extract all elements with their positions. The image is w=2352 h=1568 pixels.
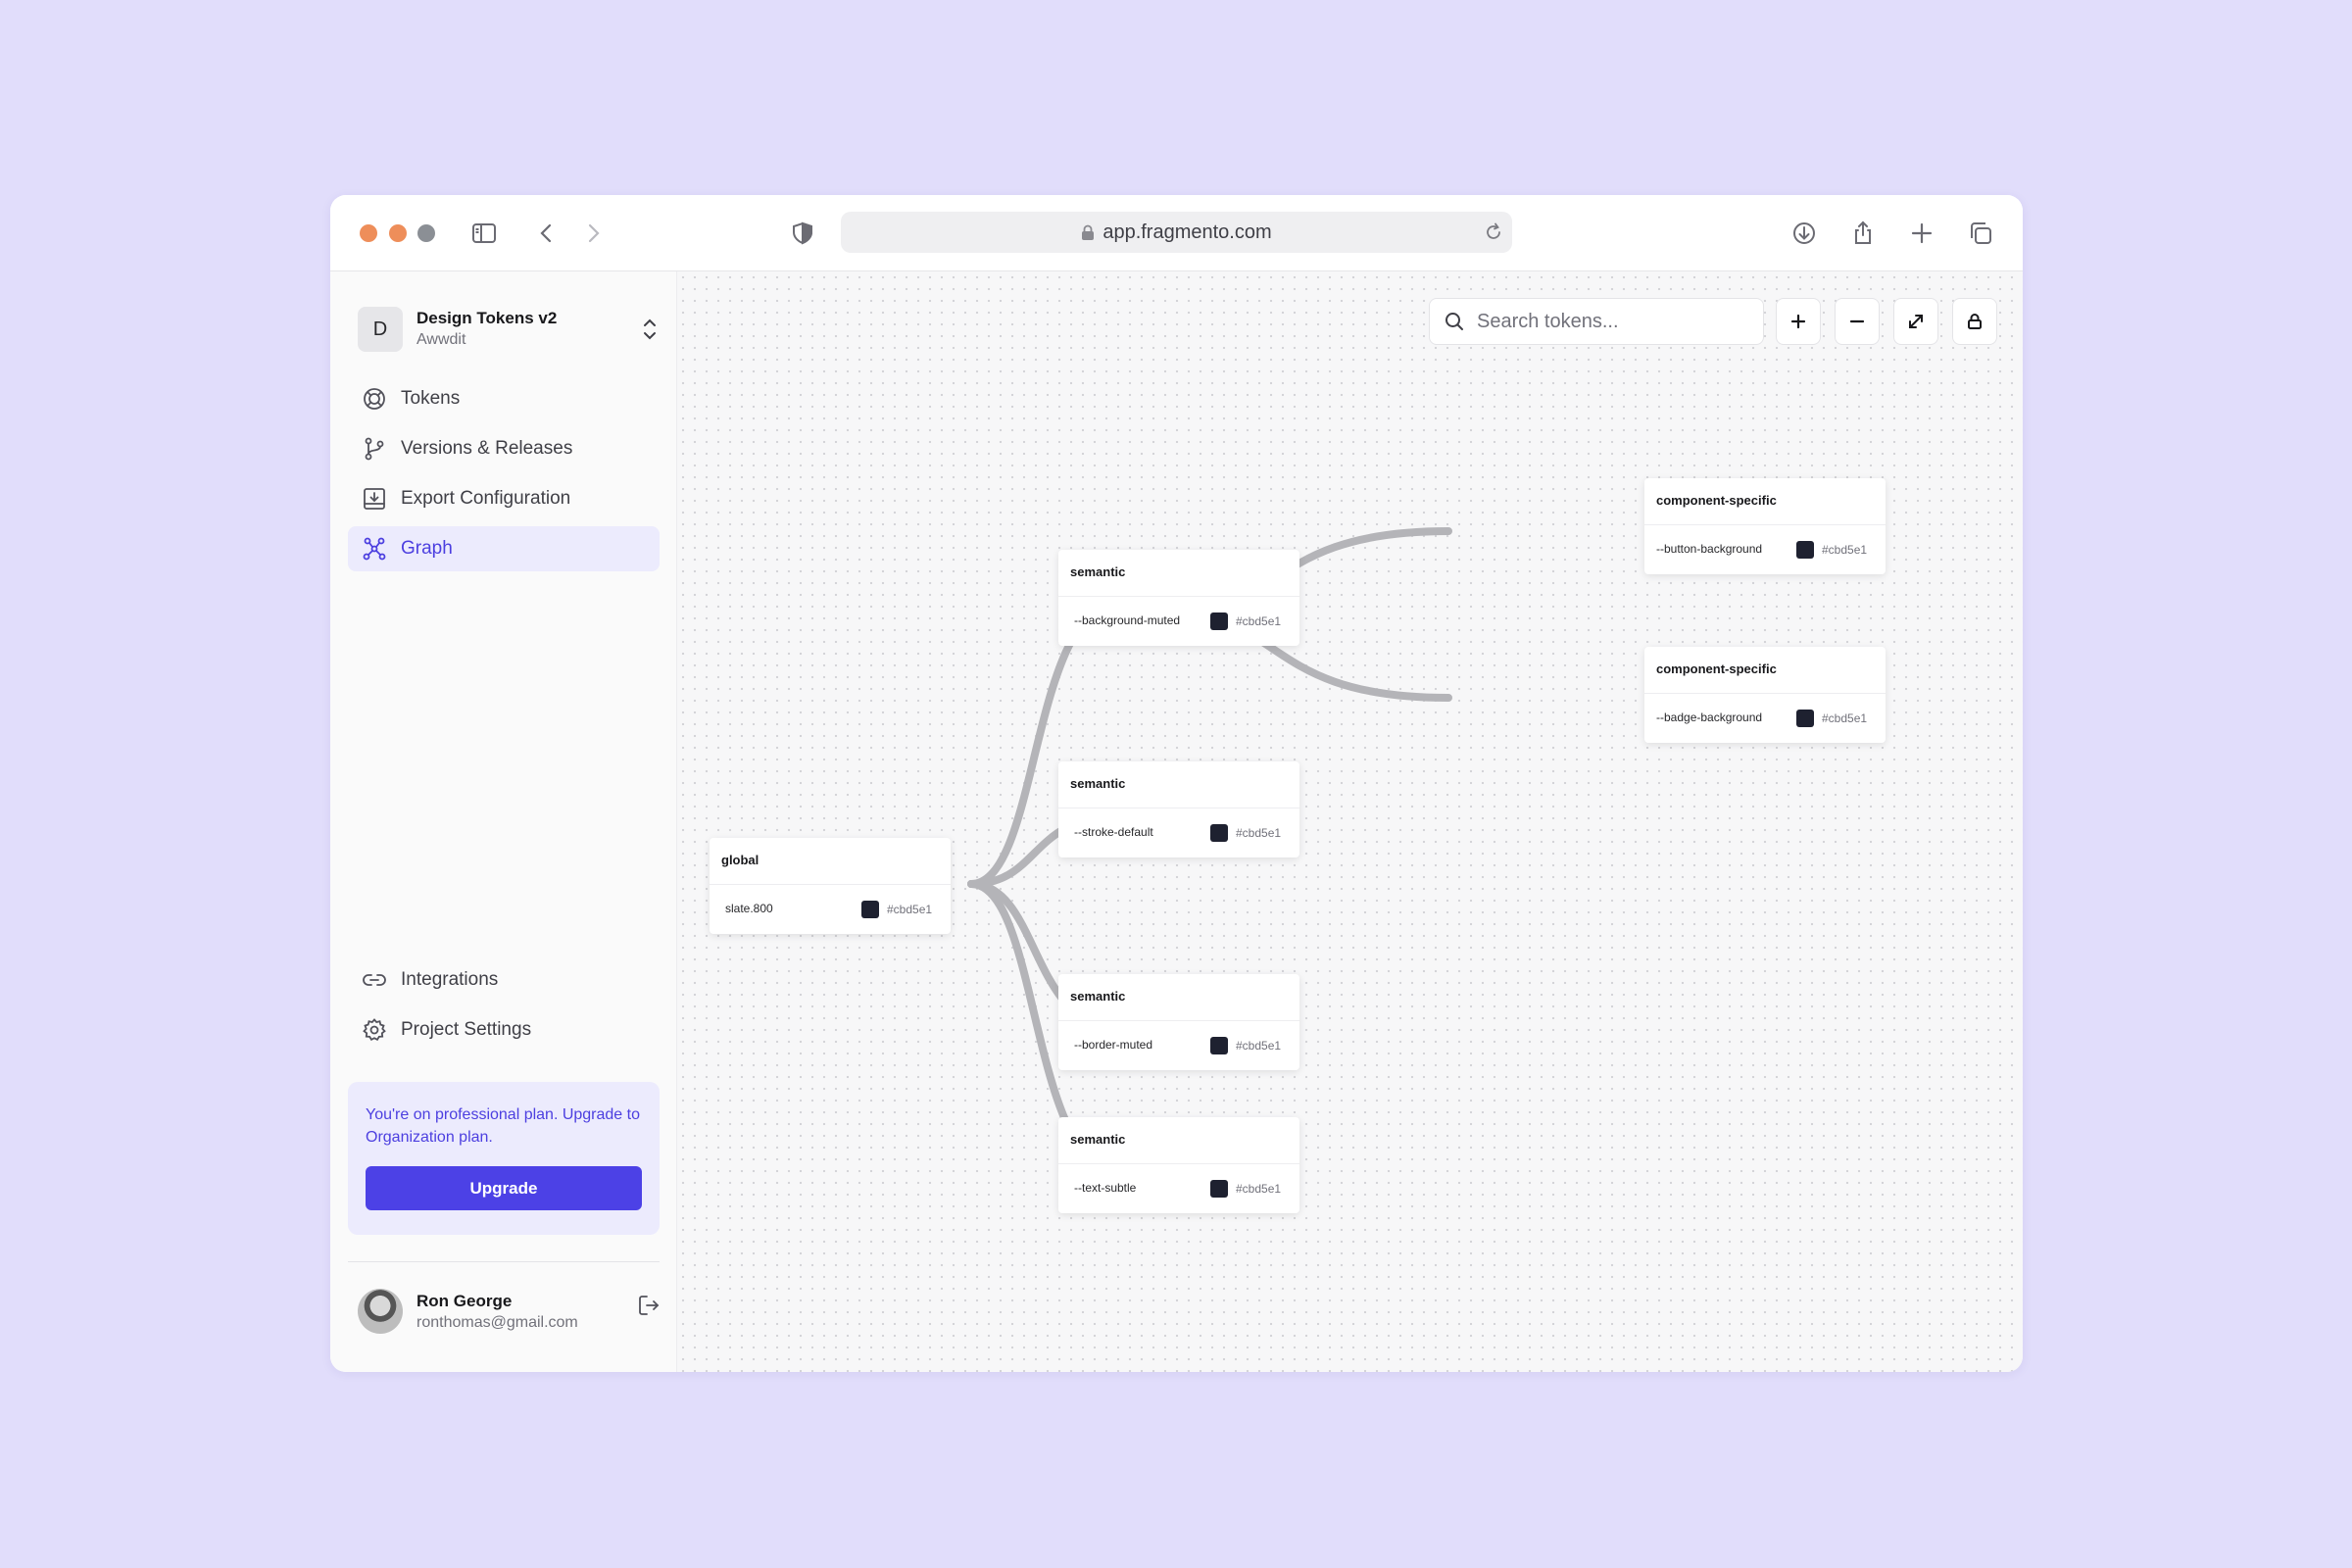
- node-group: semantic: [1058, 1117, 1299, 1164]
- project-switcher[interactable]: D Design Tokens v2 Awwdit: [358, 307, 662, 352]
- sidebar-item-versions[interactable]: Versions & Releases: [348, 426, 660, 471]
- export-icon: [364, 488, 385, 510]
- node-color-value: #cbd5e1: [1236, 1039, 1282, 1053]
- graph-edges: [967, 527, 1452, 1175]
- node-token-name: --border-muted: [1074, 1038, 1153, 1052]
- color-swatch: [1210, 1180, 1228, 1198]
- sidebar-item-label: Integrations: [401, 969, 499, 990]
- minus-icon: [1849, 319, 1865, 323]
- forward-icon[interactable]: [576, 217, 610, 250]
- node-token-name: --background-muted: [1074, 613, 1181, 627]
- lock-canvas-button[interactable]: [1952, 298, 1997, 345]
- node-group: global: [710, 838, 951, 885]
- download-icon[interactable]: [1788, 217, 1821, 250]
- graph-icon: [363, 537, 386, 561]
- avatar[interactable]: [358, 1289, 403, 1334]
- node-color-value: #cbd5e1: [1822, 543, 1868, 557]
- sidebar-item-graph[interactable]: Graph: [348, 526, 660, 571]
- node-group: semantic: [1058, 974, 1299, 1021]
- color-swatch: [1210, 612, 1228, 630]
- sidebar-item-label: Export Configuration: [401, 488, 571, 509]
- project-avatar: D: [358, 307, 403, 352]
- sidebar-item-label: Graph: [401, 538, 453, 559]
- node-token-name: --badge-background: [1656, 710, 1763, 724]
- reload-icon[interactable]: [1483, 221, 1504, 243]
- sidebar-item-label: Project Settings: [401, 1019, 532, 1040]
- plus-icon: [1790, 314, 1806, 329]
- color-swatch: [1796, 541, 1814, 559]
- tokens-icon: [364, 388, 385, 410]
- fit-view-button[interactable]: [1893, 298, 1938, 345]
- node-color-value: #cbd5e1: [1236, 1182, 1282, 1196]
- user-profile: Ron George ronthomas@gmail.com: [358, 1289, 662, 1336]
- node-token-name: --text-subtle: [1074, 1181, 1137, 1195]
- sidebar-item-label: Versions & Releases: [401, 438, 573, 459]
- privacy-shield-icon[interactable]: [786, 217, 819, 250]
- node-color-value: #cbd5e1: [1236, 826, 1282, 840]
- upgrade-button[interactable]: Upgrade: [366, 1166, 642, 1210]
- user-email: ronthomas@gmail.com: [416, 1314, 578, 1331]
- token-node-text-subtle[interactable]: semantic --text-subtle #cbd5e1: [1058, 1117, 1299, 1213]
- close-window-button[interactable]: [360, 224, 377, 242]
- expand-icon: [1909, 315, 1923, 328]
- chevron-up-down-icon[interactable]: [638, 317, 662, 342]
- browser-toolbar: app.fragmento.com: [330, 195, 2023, 271]
- node-color-value: #cbd5e1: [1236, 614, 1282, 628]
- project-org: Awwdit: [416, 331, 466, 348]
- lock-icon: [1968, 314, 1982, 329]
- tab-overview-icon[interactable]: [1964, 217, 1997, 250]
- project-name: Design Tokens v2: [416, 309, 558, 327]
- color-swatch: [1210, 1037, 1228, 1054]
- sidebar-divider: [348, 1261, 660, 1262]
- sidebar: D Design Tokens v2 Awwdit Tokens Version…: [330, 271, 677, 1372]
- sidebar-item-export[interactable]: Export Configuration: [348, 476, 660, 521]
- new-tab-icon[interactable]: [1905, 217, 1938, 250]
- upgrade-message: You're on professional plan. Upgrade to …: [366, 1106, 640, 1146]
- search-box[interactable]: [1429, 298, 1764, 345]
- node-token-name: --button-background: [1656, 542, 1763, 556]
- node-color-value: #cbd5e1: [887, 903, 933, 916]
- maximize-window-button[interactable]: [417, 224, 435, 242]
- back-icon[interactable]: [530, 217, 564, 250]
- sidebar-item-project-settings[interactable]: Project Settings: [348, 1007, 660, 1053]
- sidebar-item-label: Tokens: [401, 388, 461, 409]
- color-swatch: [1796, 710, 1814, 727]
- color-swatch: [861, 901, 879, 918]
- node-token-name: --stroke-default: [1074, 825, 1153, 839]
- git-branch-icon: [365, 437, 384, 461]
- node-group: semantic: [1058, 761, 1299, 808]
- node-group: component-specific: [1644, 647, 1886, 694]
- zoom-out-button[interactable]: [1835, 298, 1880, 345]
- sidebar-toggle-icon[interactable]: [467, 217, 501, 250]
- token-node-button-background[interactable]: component-specific --button-background #c…: [1644, 478, 1886, 574]
- sidebar-item-tokens[interactable]: Tokens: [348, 376, 660, 421]
- graph-canvas[interactable]: semantic --background-muted #cbd5e1 seman…: [677, 271, 2023, 1372]
- browser-window: app.fragmento.com D Design Tokens v2 Aww…: [330, 195, 2023, 1372]
- address-bar[interactable]: app.fragmento.com: [841, 212, 1512, 253]
- node-group: semantic: [1058, 550, 1299, 597]
- link-icon: [363, 974, 386, 986]
- minimize-window-button[interactable]: [389, 224, 407, 242]
- search-input[interactable]: [1477, 310, 1751, 333]
- sidebar-item-integrations[interactable]: Integrations: [348, 957, 660, 1003]
- token-node-border-muted[interactable]: semantic --border-muted #cbd5e1: [1058, 974, 1299, 1070]
- upgrade-card: You're on professional plan. Upgrade to …: [348, 1082, 660, 1235]
- node-group: component-specific: [1644, 478, 1886, 525]
- color-swatch: [1210, 824, 1228, 842]
- user-name: Ron George: [416, 1292, 513, 1310]
- lock-icon: [1082, 224, 1095, 240]
- zoom-in-button[interactable]: [1776, 298, 1821, 345]
- node-token-name: slate.800: [725, 902, 773, 915]
- logout-icon[interactable]: [636, 1293, 662, 1318]
- url-text: app.fragmento.com: [1102, 220, 1272, 243]
- share-icon[interactable]: [1846, 217, 1880, 250]
- token-node-slate-800[interactable]: global slate.800 #cbd5e1: [710, 838, 951, 934]
- search-icon: [1446, 313, 1463, 330]
- node-color-value: #cbd5e1: [1822, 711, 1868, 725]
- token-node-background-muted[interactable]: semantic --background-muted #cbd5e1: [1058, 550, 1299, 646]
- token-node-stroke-default[interactable]: semantic --stroke-default #cbd5e1: [1058, 761, 1299, 858]
- token-node-badge-background[interactable]: component-specific --badge-background #cb…: [1644, 647, 1886, 743]
- gear-icon: [363, 1018, 386, 1041]
